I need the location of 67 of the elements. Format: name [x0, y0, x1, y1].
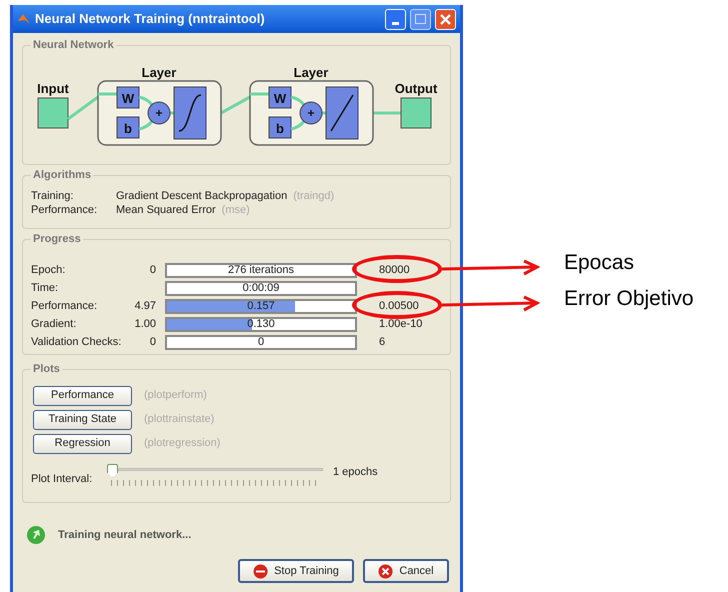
start-value: 0: [150, 263, 156, 278]
progress-label: Validation Checks:: [31, 335, 122, 350]
stop-icon: [253, 564, 268, 578]
end-value: 0.00500: [379, 299, 419, 314]
group-title: Algorithms: [32, 168, 92, 183]
weight-block: W: [268, 86, 292, 108]
progress-label: Time:: [31, 281, 60, 296]
start-value: 0: [150, 335, 156, 350]
plot-function: (plotregression): [144, 436, 220, 452]
layer-label: Layer: [294, 64, 328, 80]
algorithm-value: Gradient Descent Backpropagation: [116, 189, 288, 204]
transfer-function-icon: [174, 86, 206, 139]
minimize-button[interactable]: [385, 8, 406, 30]
progress-text: 0: [256, 337, 266, 348]
interval-slider[interactable]: [107, 464, 323, 488]
annotation-label: Epocas: [564, 252, 634, 274]
plot-button[interactable]: Regression: [33, 434, 132, 454]
progress-label: Performance:: [31, 299, 98, 314]
group-title: Progress: [32, 232, 82, 247]
output-label: Output: [394, 80, 438, 96]
cancel-button[interactable]: Cancel: [363, 559, 449, 583]
window-title: Neural Network Training (nntraintool): [35, 10, 266, 28]
plot-button[interactable]: Performance: [33, 386, 132, 406]
weight-block: W: [116, 86, 140, 108]
progress-label: Gradient:: [31, 317, 78, 332]
group-title: Plots: [32, 362, 61, 377]
annotation-label: Error Objetivo: [564, 288, 694, 310]
sum-node: +: [300, 101, 322, 124]
end-value: 80000: [379, 263, 410, 278]
close-icon: [440, 14, 451, 24]
algorithm-code: (traingd): [293, 189, 334, 204]
plot-function: (plottrainstate): [144, 412, 214, 428]
algorithm-label: Performance:: [31, 203, 98, 218]
interval-reading: 1 epochs: [333, 464, 378, 480]
close-button[interactable]: [435, 8, 456, 30]
connector-line: [290, 95, 328, 130]
progress-label: Epoch:: [31, 263, 66, 278]
slider-thumb[interactable]: [107, 464, 118, 478]
layer-label: Layer: [142, 64, 176, 80]
output-node: [400, 97, 432, 128]
sum-node: +: [148, 101, 170, 124]
end-value: 6: [379, 335, 386, 350]
interval-label: Plot Interval:: [31, 472, 94, 486]
cancel-icon: [378, 564, 394, 578]
progress-text: 0:00:09: [242, 283, 280, 294]
end-value: 1.00e-10: [379, 317, 422, 332]
bias-block: b: [116, 116, 140, 138]
stop-training-button[interactable]: Stop Training: [238, 559, 354, 583]
start-value: 4.97: [134, 299, 156, 314]
transfer-function-icon: [326, 86, 358, 139]
bias-block: b: [268, 116, 292, 138]
connector-line: [138, 95, 176, 130]
algorithm-code: (mse): [222, 203, 250, 218]
connector-line: [373, 111, 401, 114]
plot-function: (plotperform): [144, 388, 207, 404]
algorithm-value: Mean Squared Error: [116, 203, 216, 218]
maximize-button[interactable]: [410, 8, 431, 30]
algorithm-label: Training:: [31, 189, 74, 204]
progress-text: 0.157: [246, 301, 276, 312]
group-title: Neural Network: [32, 38, 115, 53]
input-label: Input: [37, 80, 69, 96]
status-text: Training neural network...: [58, 528, 192, 543]
input-node: [38, 97, 68, 128]
plot-button[interactable]: Training State: [33, 410, 132, 430]
app-logo-icon: [17, 12, 31, 26]
start-value: 1.00: [134, 317, 156, 332]
progress-text: 276 iterations: [226, 265, 296, 276]
